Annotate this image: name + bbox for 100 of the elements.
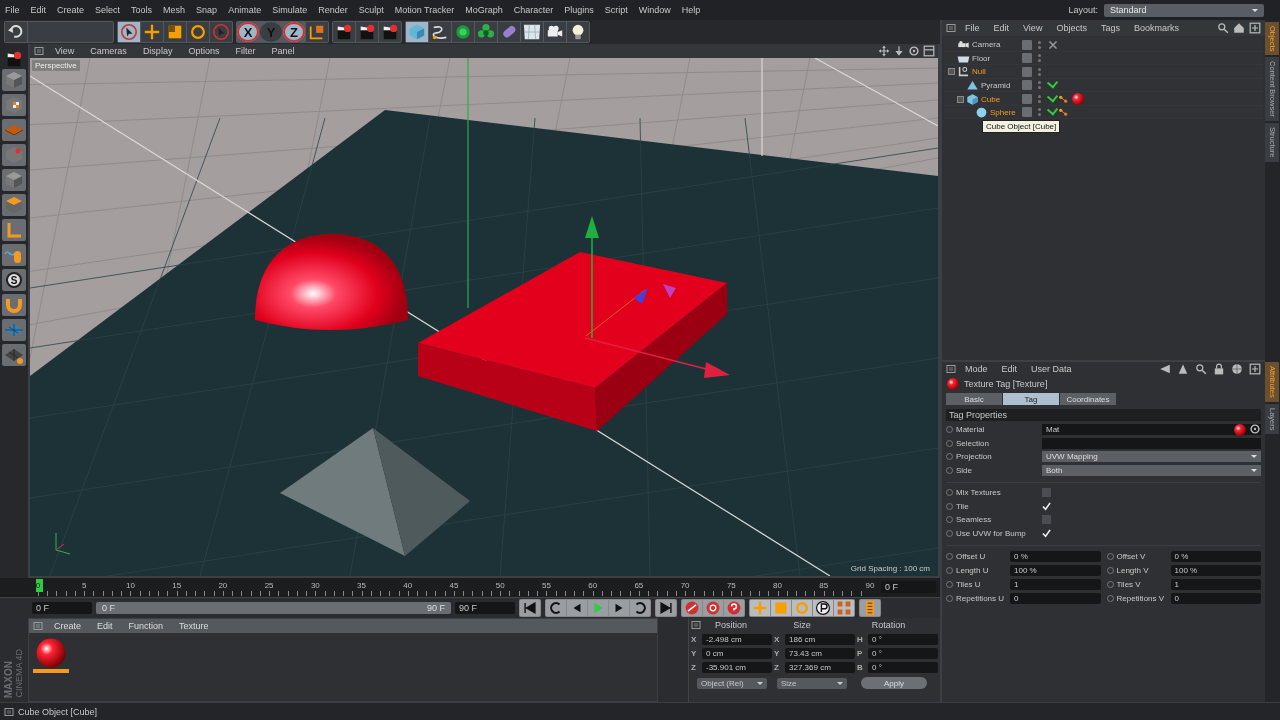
- menu-item[interactable]: Window: [633, 5, 677, 15]
- link-field[interactable]: [1042, 437, 1261, 449]
- layer-swatch[interactable]: [1022, 66, 1032, 77]
- expand-toggle[interactable]: [957, 95, 964, 103]
- menu-item[interactable]: File: [960, 23, 985, 33]
- menu-item[interactable]: Cameras: [85, 46, 132, 56]
- menu-item[interactable]: Character: [508, 5, 560, 15]
- object-name[interactable]: Cube: [981, 94, 1001, 104]
- menu-item[interactable]: Script: [599, 5, 634, 15]
- menu-item[interactable]: Display: [137, 46, 178, 56]
- menu-item[interactable]: Edit: [988, 23, 1015, 33]
- size-field[interactable]: 186 cm: [785, 633, 855, 645]
- menu-item[interactable]: Help: [676, 5, 707, 15]
- menu-item[interactable]: Texture: [174, 621, 214, 631]
- menu-item[interactable]: Bookmarks: [1128, 23, 1184, 33]
- menu-item[interactable]: User Data: [1026, 364, 1077, 374]
- menu-item[interactable]: File: [0, 5, 26, 15]
- menu-item[interactable]: Tags: [1095, 23, 1125, 33]
- go-to-start-button[interactable]: [520, 600, 540, 616]
- menu-item[interactable]: Motion Tracker: [389, 5, 461, 15]
- coordinate-system-button[interactable]: [306, 22, 328, 42]
- menu-item[interactable]: Create: [49, 621, 86, 631]
- menu-item[interactable]: Animate: [223, 5, 268, 15]
- menu-item[interactable]: Mesh: [158, 5, 192, 15]
- render-view-button[interactable]: [333, 22, 355, 42]
- current-frame-field[interactable]: 0 F: [881, 581, 936, 593]
- tab[interactable]: Basic: [946, 393, 1002, 405]
- axis-lock-button[interactable]: Z: [283, 22, 305, 42]
- select-tool-button[interactable]: [118, 22, 140, 42]
- live-select-button[interactable]: [210, 22, 232, 42]
- object-name[interactable]: Pyramid: [981, 80, 1011, 90]
- mode-button[interactable]: [2, 219, 26, 241]
- menu-item[interactable]: Sculpt: [353, 5, 390, 15]
- autokey-button[interactable]: [703, 600, 723, 616]
- expand-toggle[interactable]: [948, 68, 955, 75]
- object-name[interactable]: Camera: [972, 40, 1001, 49]
- number-field[interactable]: 1: [1010, 579, 1101, 590]
- layout-dropdown[interactable]: Standard: [1104, 3, 1264, 17]
- menu-item[interactable]: Edit: [92, 621, 118, 631]
- menu-item[interactable]: View: [50, 46, 80, 56]
- undo-button[interactable]: [5, 22, 27, 42]
- menu-item[interactable]: Function: [123, 621, 169, 631]
- mode-button[interactable]: [2, 244, 26, 266]
- mode-button[interactable]: [2, 69, 26, 91]
- move-gizmo-drawing[interactable]: [584, 216, 730, 378]
- rotation-field[interactable]: 0 °: [868, 647, 938, 659]
- timeline-ruler[interactable]: 0 5 10 15 20 25 30 35 40 45 50 55 60 65 70 75 80 85 90 0 F: [0, 578, 940, 598]
- box-object[interactable]: [418, 252, 727, 431]
- menu-item[interactable]: Plugins: [559, 5, 600, 15]
- keyframe-selection-button[interactable]: [724, 600, 744, 616]
- maximize-button[interactable]: [923, 45, 935, 57]
- checkbox[interactable]: [1042, 515, 1051, 525]
- number-field[interactable]: 0 %: [1170, 551, 1261, 562]
- snap-button[interactable]: S: [2, 269, 26, 291]
- render-picture-button[interactable]: [356, 22, 378, 42]
- parameter-key-button[interactable]: [813, 600, 833, 616]
- apply-button[interactable]: Apply: [861, 677, 927, 689]
- camera-button[interactable]: [544, 22, 566, 42]
- number-field[interactable]: 0: [1010, 593, 1101, 604]
- pan-button[interactable]: [878, 45, 890, 57]
- tab[interactable]: Tag: [1003, 393, 1059, 405]
- checkbox[interactable]: [1042, 488, 1051, 498]
- menu-item[interactable]: Options: [183, 46, 225, 56]
- spline-button[interactable]: [429, 22, 451, 42]
- menu-item[interactable]: Edit: [25, 5, 53, 15]
- floor-button[interactable]: [521, 22, 543, 42]
- next-frame-button[interactable]: [609, 600, 629, 616]
- timeline-scheme-button[interactable]: [860, 600, 880, 616]
- menu-item[interactable]: Select: [90, 5, 127, 15]
- rotation-field[interactable]: 0 °: [868, 633, 938, 645]
- scale-tool-button[interactable]: [164, 22, 186, 42]
- start-frame-field[interactable]: 0 F: [32, 602, 92, 614]
- checkbox[interactable]: [1042, 501, 1051, 511]
- position-field[interactable]: -35.901 cm: [702, 661, 772, 673]
- menu-item[interactable]: View: [1018, 23, 1048, 33]
- dropdown[interactable]: UVW Mapping: [1042, 451, 1261, 463]
- menu-item[interactable]: Tools: [126, 5, 159, 15]
- size-field[interactable]: 73.43 cm: [785, 647, 855, 659]
- light-button[interactable]: [567, 22, 589, 42]
- tab[interactable]: Coordinates: [1060, 393, 1116, 405]
- array-button[interactable]: [475, 22, 497, 42]
- menu-item[interactable]: MoGraph: [460, 5, 509, 15]
- layer-swatch[interactable]: [1022, 107, 1032, 117]
- previous-key-button[interactable]: [546, 600, 566, 616]
- position-field[interactable]: 0 cm: [702, 647, 772, 659]
- menu-item[interactable]: Mode: [960, 364, 993, 374]
- mode-button[interactable]: [2, 94, 26, 116]
- menu-item[interactable]: Create: [52, 5, 91, 15]
- object-name[interactable]: Floor: [972, 53, 991, 63]
- menu-item[interactable]: Edit: [996, 364, 1023, 374]
- range-slider[interactable]: 0 F 90 F: [96, 602, 451, 614]
- rotate-tool-button[interactable]: [187, 22, 209, 42]
- size-mode-dropdown[interactable]: Size: [777, 677, 847, 689]
- menu-item[interactable]: Objects: [1051, 23, 1092, 33]
- go-to-end-button[interactable]: [656, 600, 676, 616]
- previous-frame-button[interactable]: [567, 600, 587, 616]
- layer-swatch[interactable]: [1022, 53, 1032, 63]
- rotation-field[interactable]: 0 °: [868, 661, 938, 673]
- mode-button[interactable]: [2, 169, 26, 191]
- number-field[interactable]: 100 %: [1170, 565, 1261, 576]
